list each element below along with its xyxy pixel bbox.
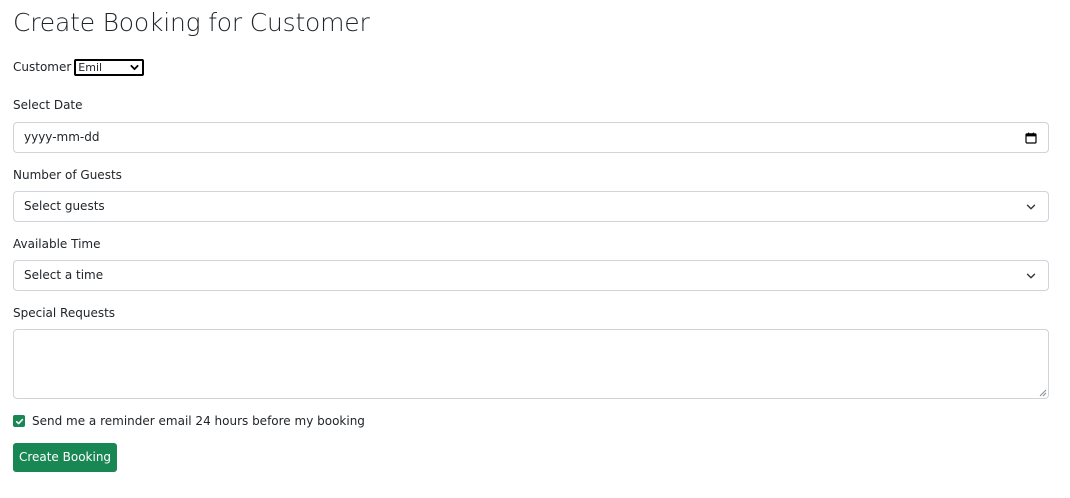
guests-select-value: Select guests — [24, 199, 105, 213]
date-placeholder: yyyy-mm-dd — [24, 130, 100, 144]
page-title: Create Booking for Customer — [13, 8, 370, 37]
special-requests-textarea[interactable] — [13, 329, 1049, 399]
chevron-down-icon — [130, 64, 139, 70]
calendar-icon[interactable] — [1025, 132, 1037, 144]
customer-label: Customer — [13, 60, 72, 74]
reminder-label[interactable]: Send me a reminder email 24 hours before… — [32, 414, 365, 428]
time-select-value: Select a time — [24, 268, 104, 282]
create-booking-button[interactable]: Create Booking — [13, 443, 117, 472]
reminder-checkbox[interactable] — [13, 415, 25, 427]
chevron-down-icon — [1026, 204, 1036, 210]
reminder-row: Send me a reminder email 24 hours before… — [13, 413, 365, 429]
chevron-down-icon — [1026, 273, 1036, 279]
customer-select[interactable]: Emil — [74, 58, 145, 76]
customer-select-value: Emil — [78, 60, 103, 74]
date-input[interactable]: yyyy-mm-dd — [13, 122, 1049, 153]
time-select[interactable]: Select a time — [13, 260, 1049, 291]
customer-row: Customer Emil — [13, 58, 145, 76]
resize-grip-icon[interactable] — [1039, 389, 1047, 397]
requests-label: Special Requests — [13, 306, 116, 320]
time-label: Available Time — [13, 237, 101, 251]
checkmark-icon — [15, 418, 23, 424]
date-label: Select Date — [13, 98, 83, 112]
guests-label: Number of Guests — [13, 168, 122, 182]
guests-select[interactable]: Select guests — [13, 191, 1049, 222]
